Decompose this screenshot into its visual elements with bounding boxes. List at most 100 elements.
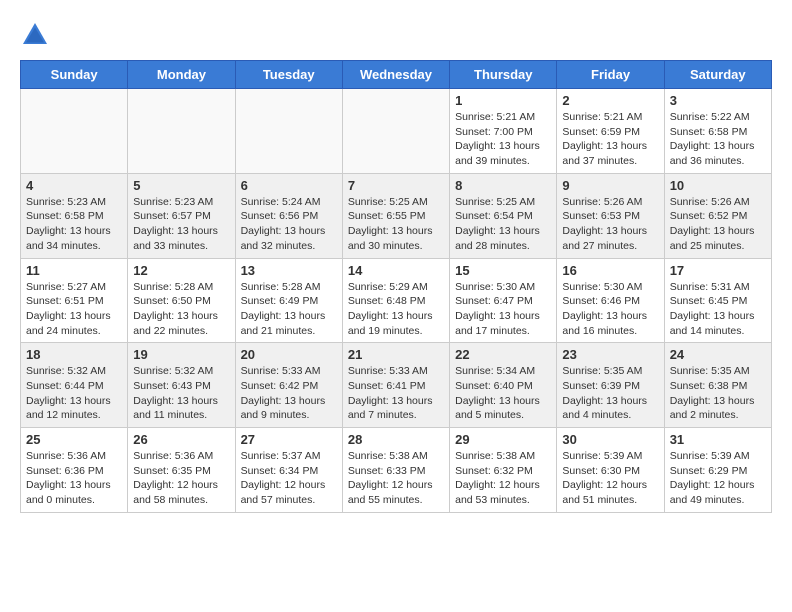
- calendar-cell: 16 Sunrise: 5:30 AM Sunset: 6:46 PM Dayli…: [557, 258, 664, 343]
- calendar-cell: 25 Sunrise: 5:36 AM Sunset: 6:36 PM Dayli…: [21, 428, 128, 513]
- day-info: Sunrise: 5:25 AM Sunset: 6:55 PM Dayligh…: [348, 195, 444, 254]
- weekday-header-sunday: Sunday: [21, 61, 128, 89]
- day-info: Sunrise: 5:37 AM Sunset: 6:34 PM Dayligh…: [241, 449, 337, 508]
- logo: [20, 20, 54, 50]
- calendar-cell: [342, 89, 449, 174]
- calendar-cell: 7 Sunrise: 5:25 AM Sunset: 6:55 PM Daylig…: [342, 173, 449, 258]
- calendar-cell: 26 Sunrise: 5:36 AM Sunset: 6:35 PM Dayli…: [128, 428, 235, 513]
- day-number: 11: [26, 263, 122, 278]
- day-number: 15: [455, 263, 551, 278]
- day-number: 22: [455, 347, 551, 362]
- day-info: Sunrise: 5:23 AM Sunset: 6:57 PM Dayligh…: [133, 195, 229, 254]
- weekday-header-saturday: Saturday: [664, 61, 771, 89]
- day-info: Sunrise: 5:30 AM Sunset: 6:47 PM Dayligh…: [455, 280, 551, 339]
- day-info: Sunrise: 5:31 AM Sunset: 6:45 PM Dayligh…: [670, 280, 766, 339]
- logo-icon: [20, 20, 50, 50]
- calendar-cell: [235, 89, 342, 174]
- calendar-week-row: 18 Sunrise: 5:32 AM Sunset: 6:44 PM Dayli…: [21, 343, 772, 428]
- day-info: Sunrise: 5:21 AM Sunset: 7:00 PM Dayligh…: [455, 110, 551, 169]
- day-number: 4: [26, 178, 122, 193]
- day-info: Sunrise: 5:30 AM Sunset: 6:46 PM Dayligh…: [562, 280, 658, 339]
- calendar-week-row: 4 Sunrise: 5:23 AM Sunset: 6:58 PM Daylig…: [21, 173, 772, 258]
- weekday-header-row: SundayMondayTuesdayWednesdayThursdayFrid…: [21, 61, 772, 89]
- day-number: 14: [348, 263, 444, 278]
- calendar-cell: [128, 89, 235, 174]
- day-number: 7: [348, 178, 444, 193]
- day-number: 27: [241, 432, 337, 447]
- day-info: Sunrise: 5:32 AM Sunset: 6:44 PM Dayligh…: [26, 364, 122, 423]
- calendar-cell: 1 Sunrise: 5:21 AM Sunset: 7:00 PM Daylig…: [450, 89, 557, 174]
- calendar-cell: 13 Sunrise: 5:28 AM Sunset: 6:49 PM Dayli…: [235, 258, 342, 343]
- calendar-cell: 6 Sunrise: 5:24 AM Sunset: 6:56 PM Daylig…: [235, 173, 342, 258]
- day-info: Sunrise: 5:32 AM Sunset: 6:43 PM Dayligh…: [133, 364, 229, 423]
- calendar-cell: 21Sunrise: 5:33 AM Sunset: 6:41 PM Dayli…: [342, 343, 449, 428]
- calendar-cell: 12Sunrise: 5:28 AM Sunset: 6:50 PM Dayli…: [128, 258, 235, 343]
- weekday-header-thursday: Thursday: [450, 61, 557, 89]
- day-number: 19: [133, 347, 229, 362]
- calendar-cell: 8Sunrise: 5:25 AM Sunset: 6:54 PM Daylig…: [450, 173, 557, 258]
- day-info: Sunrise: 5:26 AM Sunset: 6:53 PM Dayligh…: [562, 195, 658, 254]
- calendar-cell: 19 Sunrise: 5:32 AM Sunset: 6:43 PM Dayli…: [128, 343, 235, 428]
- calendar-cell: 20 Sunrise: 5:33 AM Sunset: 6:42 PM Dayli…: [235, 343, 342, 428]
- calendar-cell: 29Sunrise: 5:38 AM Sunset: 6:32 PM Dayli…: [450, 428, 557, 513]
- day-number: 18: [26, 347, 122, 362]
- calendar-week-row: 1 Sunrise: 5:21 AM Sunset: 7:00 PM Daylig…: [21, 89, 772, 174]
- day-info: Sunrise: 5:39 AM Sunset: 6:30 PM Dayligh…: [562, 449, 658, 508]
- day-info: Sunrise: 5:36 AM Sunset: 6:36 PM Dayligh…: [26, 449, 122, 508]
- day-number: 25: [26, 432, 122, 447]
- calendar-week-row: 11Sunrise: 5:27 AM Sunset: 6:51 PM Dayli…: [21, 258, 772, 343]
- weekday-header-tuesday: Tuesday: [235, 61, 342, 89]
- day-number: 8: [455, 178, 551, 193]
- calendar-cell: 10Sunrise: 5:26 AM Sunset: 6:52 PM Dayli…: [664, 173, 771, 258]
- calendar-cell: 15 Sunrise: 5:30 AM Sunset: 6:47 PM Dayli…: [450, 258, 557, 343]
- day-number: 28: [348, 432, 444, 447]
- weekday-header-monday: Monday: [128, 61, 235, 89]
- day-number: 26: [133, 432, 229, 447]
- weekday-header-wednesday: Wednesday: [342, 61, 449, 89]
- day-info: Sunrise: 5:22 AM Sunset: 6:58 PM Dayligh…: [670, 110, 766, 169]
- calendar-cell: 2Sunrise: 5:21 AM Sunset: 6:59 PM Daylig…: [557, 89, 664, 174]
- day-number: 13: [241, 263, 337, 278]
- day-info: Sunrise: 5:35 AM Sunset: 6:38 PM Dayligh…: [670, 364, 766, 423]
- day-number: 1: [455, 93, 551, 108]
- calendar-table: SundayMondayTuesdayWednesdayThursdayFrid…: [20, 60, 772, 513]
- day-number: 21: [348, 347, 444, 362]
- day-number: 31: [670, 432, 766, 447]
- calendar-cell: 11Sunrise: 5:27 AM Sunset: 6:51 PM Dayli…: [21, 258, 128, 343]
- day-info: Sunrise: 5:28 AM Sunset: 6:49 PM Dayligh…: [241, 280, 337, 339]
- calendar-cell: 9 Sunrise: 5:26 AM Sunset: 6:53 PM Daylig…: [557, 173, 664, 258]
- calendar-cell: 22 Sunrise: 5:34 AM Sunset: 6:40 PM Dayli…: [450, 343, 557, 428]
- calendar-week-row: 25 Sunrise: 5:36 AM Sunset: 6:36 PM Dayli…: [21, 428, 772, 513]
- day-number: 5: [133, 178, 229, 193]
- calendar-cell: 27 Sunrise: 5:37 AM Sunset: 6:34 PM Dayli…: [235, 428, 342, 513]
- day-number: 17: [670, 263, 766, 278]
- calendar-cell: 4 Sunrise: 5:23 AM Sunset: 6:58 PM Daylig…: [21, 173, 128, 258]
- day-info: Sunrise: 5:35 AM Sunset: 6:39 PM Dayligh…: [562, 364, 658, 423]
- day-number: 23: [562, 347, 658, 362]
- page-header: [20, 20, 772, 50]
- day-number: 10: [670, 178, 766, 193]
- day-number: 9: [562, 178, 658, 193]
- day-info: Sunrise: 5:24 AM Sunset: 6:56 PM Dayligh…: [241, 195, 337, 254]
- day-number: 16: [562, 263, 658, 278]
- day-info: Sunrise: 5:33 AM Sunset: 6:42 PM Dayligh…: [241, 364, 337, 423]
- calendar-cell: 30Sunrise: 5:39 AM Sunset: 6:30 PM Dayli…: [557, 428, 664, 513]
- calendar-cell: 28Sunrise: 5:38 AM Sunset: 6:33 PM Dayli…: [342, 428, 449, 513]
- day-info: Sunrise: 5:23 AM Sunset: 6:58 PM Dayligh…: [26, 195, 122, 254]
- calendar-cell: 24Sunrise: 5:35 AM Sunset: 6:38 PM Dayli…: [664, 343, 771, 428]
- day-number: 29: [455, 432, 551, 447]
- day-info: Sunrise: 5:21 AM Sunset: 6:59 PM Dayligh…: [562, 110, 658, 169]
- day-info: Sunrise: 5:36 AM Sunset: 6:35 PM Dayligh…: [133, 449, 229, 508]
- day-info: Sunrise: 5:29 AM Sunset: 6:48 PM Dayligh…: [348, 280, 444, 339]
- day-info: Sunrise: 5:39 AM Sunset: 6:29 PM Dayligh…: [670, 449, 766, 508]
- day-info: Sunrise: 5:34 AM Sunset: 6:40 PM Dayligh…: [455, 364, 551, 423]
- calendar-cell: 5 Sunrise: 5:23 AM Sunset: 6:57 PM Daylig…: [128, 173, 235, 258]
- weekday-header-friday: Friday: [557, 61, 664, 89]
- calendar-cell: 18 Sunrise: 5:32 AM Sunset: 6:44 PM Dayli…: [21, 343, 128, 428]
- day-number: 6: [241, 178, 337, 193]
- calendar-cell: 23 Sunrise: 5:35 AM Sunset: 6:39 PM Dayli…: [557, 343, 664, 428]
- day-number: 20: [241, 347, 337, 362]
- calendar-cell: 17 Sunrise: 5:31 AM Sunset: 6:45 PM Dayli…: [664, 258, 771, 343]
- calendar-cell: 3Sunrise: 5:22 AM Sunset: 6:58 PM Daylig…: [664, 89, 771, 174]
- calendar-cell: [21, 89, 128, 174]
